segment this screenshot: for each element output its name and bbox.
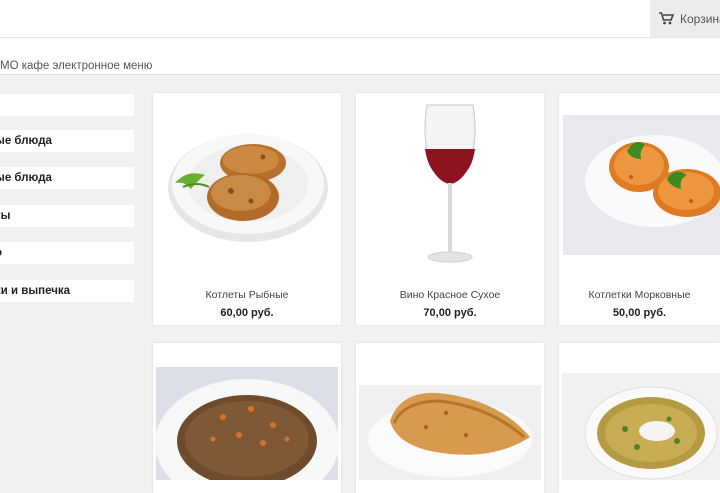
product-name: Котлетки Морковные xyxy=(588,289,691,301)
cart-button[interactable]: Корзина xyxy=(650,0,720,37)
product-price: 60,00 руб. xyxy=(220,307,274,319)
product-image xyxy=(153,93,341,273)
product-card[interactable] xyxy=(153,343,341,493)
category-item-2[interactable]: ые блюда xyxy=(0,130,134,152)
top-bar: Корзина xyxy=(0,0,720,38)
product-name: Вино Красное Сухое xyxy=(399,289,501,301)
product-price: 50,00 руб. xyxy=(612,307,667,319)
product-image xyxy=(356,343,544,480)
product-card[interactable]: Котлеты Рыбные 60,00 руб. xyxy=(153,93,341,325)
breadcrumb[interactable]: МО кафе электронное меню xyxy=(0,60,152,72)
product-image xyxy=(559,93,720,273)
category-item-1[interactable] xyxy=(0,94,134,116)
product-card[interactable] xyxy=(356,343,544,493)
product-price: 70,00 руб. xyxy=(423,307,477,319)
product-card[interactable] xyxy=(559,343,720,493)
product-image xyxy=(559,343,720,480)
shopping-cart-icon xyxy=(659,12,674,25)
category-item-5[interactable]: о xyxy=(0,242,134,264)
category-item-3[interactable]: ые блюда xyxy=(0,167,134,189)
product-image xyxy=(153,343,341,480)
product-card[interactable]: Котлетки Морковные 50,00 руб. xyxy=(559,93,720,325)
product-card[interactable]: Вино Красное Сухое 70,00 руб. xyxy=(356,93,544,325)
category-item-6[interactable]: ки и выпечка xyxy=(0,280,134,302)
product-image xyxy=(356,93,544,273)
category-item-4[interactable]: ты xyxy=(0,205,134,227)
product-name: Котлеты Рыбные xyxy=(205,289,289,301)
cart-label: Корзина xyxy=(680,11,720,26)
